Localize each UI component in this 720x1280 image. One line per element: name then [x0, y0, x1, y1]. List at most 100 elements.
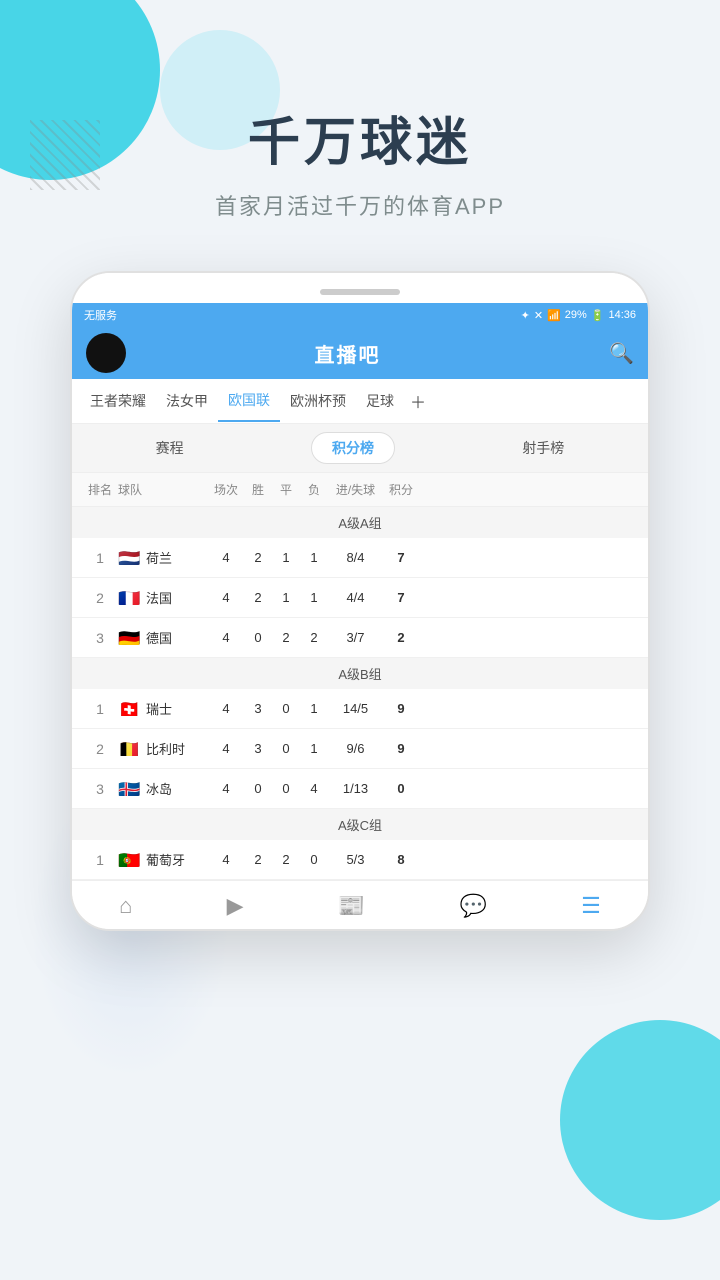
group-title: A级C组 [72, 809, 648, 840]
phone-notch [72, 273, 648, 303]
sub-tab-schedule[interactable]: 赛程 [136, 433, 204, 463]
nav-tab-more-icon[interactable]: ＋ [404, 379, 432, 423]
td-team: 🇧🇪 比利时 [118, 739, 208, 758]
bottom-nav: ⌂ ▶ 📰 💬 ☰ [72, 880, 648, 929]
bottom-nav-home[interactable]: ⌂ [119, 893, 132, 919]
td-loss: 1 [300, 701, 328, 716]
sub-tabs: 赛程 积分榜 射手榜 [72, 424, 648, 473]
td-win: 3 [244, 701, 272, 716]
team-flag: 🇨🇭 [118, 701, 140, 716]
status-battery-icon: 🔋 [591, 309, 605, 322]
td-matches: 4 [208, 630, 244, 645]
td-team: 🇫🇷 法国 [118, 588, 208, 607]
team-flag: 🇮🇸 [118, 781, 140, 796]
td-rank: 1 [82, 852, 118, 868]
td-points: 8 [383, 852, 419, 867]
td-loss: 2 [300, 630, 328, 645]
sub-tab-scorers[interactable]: 射手榜 [502, 433, 584, 463]
team-name: 比利时 [146, 739, 185, 758]
td-points: 7 [383, 590, 419, 605]
hero-section: 千万球迷 首家月活过千万的体育APP [0, 0, 720, 251]
td-win: 2 [244, 852, 272, 867]
td-points: 9 [383, 701, 419, 716]
status-battery: 29% [565, 309, 587, 321]
table-row[interactable]: 2 🇧🇪 比利时 4 3 0 1 9/6 9 [72, 729, 648, 769]
app-title: 直播吧 [86, 339, 609, 368]
td-matches: 4 [208, 741, 244, 756]
td-rank: 3 [82, 630, 118, 646]
status-bluetooth-icon: ✦ [521, 309, 530, 322]
table-row[interactable]: 3 🇮🇸 冰岛 4 0 0 4 1/13 0 [72, 769, 648, 809]
td-draw: 1 [272, 550, 300, 565]
nav-tab-football[interactable]: 足球 [356, 381, 404, 421]
hero-title: 千万球迷 [0, 100, 720, 175]
search-icon[interactable]: 🔍 [609, 341, 634, 366]
group-title: A级B组 [72, 658, 648, 689]
td-win: 2 [244, 550, 272, 565]
bottom-nav-community[interactable]: 💬 [459, 893, 486, 919]
td-draw: 0 [272, 741, 300, 756]
td-matches: 4 [208, 781, 244, 796]
bottom-nav-profile[interactable]: ☰ [581, 893, 601, 919]
td-win: 0 [244, 630, 272, 645]
table-row[interactable]: 1 🇨🇭 瑞士 4 3 0 1 14/5 9 [72, 689, 648, 729]
th-loss: 负 [300, 481, 328, 498]
td-loss: 1 [300, 590, 328, 605]
status-no-service: 无服务 [84, 307, 117, 323]
bottom-nav-live[interactable]: ▶ [227, 893, 244, 919]
nav-tab-wangzhe[interactable]: 王者荣耀 [80, 381, 156, 421]
bottom-nav-news[interactable]: 📰 [338, 893, 365, 919]
td-goals: 8/4 [328, 550, 383, 565]
td-team: 🇮🇸 冰岛 [118, 779, 208, 798]
bg-circle-bottom-right [560, 1020, 720, 1220]
team-name: 法国 [146, 588, 172, 607]
td-loss: 4 [300, 781, 328, 796]
table-row[interactable]: 3 🇩🇪 德国 4 0 2 2 3/7 2 [72, 618, 648, 658]
phone-notch-bar [320, 289, 400, 295]
nav-tab-euroqual[interactable]: 欧洲杯预 [280, 381, 356, 421]
td-matches: 4 [208, 550, 244, 565]
td-goals: 14/5 [328, 701, 383, 716]
table-row[interactable]: 1 🇳🇱 荷兰 4 2 1 1 8/4 7 [72, 538, 648, 578]
td-win: 0 [244, 781, 272, 796]
td-team: 🇵🇹 葡萄牙 [118, 850, 208, 869]
team-flag: 🇩🇪 [118, 630, 140, 645]
td-team: 🇨🇭 瑞士 [118, 699, 208, 718]
td-rank: 3 [82, 781, 118, 797]
td-draw: 2 [272, 852, 300, 867]
td-matches: 4 [208, 590, 244, 605]
table-row[interactable]: 2 🇫🇷 法国 4 2 1 1 4/4 7 [72, 578, 648, 618]
team-name: 荷兰 [146, 548, 172, 567]
nav-tab-ligue2[interactable]: 法女甲 [156, 381, 218, 421]
td-matches: 4 [208, 701, 244, 716]
th-rank: 排名 [82, 481, 118, 498]
td-team: 🇩🇪 德国 [118, 628, 208, 647]
td-rank: 2 [82, 741, 118, 757]
th-matches: 场次 [208, 481, 244, 498]
td-loss: 0 [300, 852, 328, 867]
td-rank: 1 [82, 701, 118, 717]
team-name: 德国 [146, 628, 172, 647]
nav-tabs: 王者荣耀 法女甲 欧国联 欧洲杯预 足球 ＋ [72, 379, 648, 424]
table-header: 排名 球队 场次 胜 平 负 进/失球 积分 [72, 473, 648, 507]
td-draw: 2 [272, 630, 300, 645]
td-points: 9 [383, 741, 419, 756]
team-name: 冰岛 [146, 779, 172, 798]
team-flag: 🇧🇪 [118, 741, 140, 756]
table-row[interactable]: 1 🇵🇹 葡萄牙 4 2 2 0 5/3 8 [72, 840, 648, 880]
td-team: 🇳🇱 荷兰 [118, 548, 208, 567]
sub-tab-standings[interactable]: 积分榜 [311, 432, 395, 464]
td-goals: 1/13 [328, 781, 383, 796]
play-icon: ▶ [227, 893, 244, 919]
status-right: ✦ ✕ 📶 29% 🔋 14:36 [521, 309, 636, 322]
td-goals: 3/7 [328, 630, 383, 645]
td-draw: 1 [272, 590, 300, 605]
team-name: 瑞士 [146, 699, 172, 718]
team-flag: 🇫🇷 [118, 590, 140, 605]
phone-wrapper: 无服务 ✦ ✕ 📶 29% 🔋 14:36 直播吧 🔍 王者荣耀 法女甲 欧国联… [0, 271, 720, 931]
hero-subtitle: 首家月活过千万的体育APP [0, 189, 720, 221]
nav-tab-nations[interactable]: 欧国联 [218, 380, 280, 422]
td-points: 0 [383, 781, 419, 796]
td-points: 7 [383, 550, 419, 565]
app-header: 直播吧 🔍 [72, 327, 648, 379]
